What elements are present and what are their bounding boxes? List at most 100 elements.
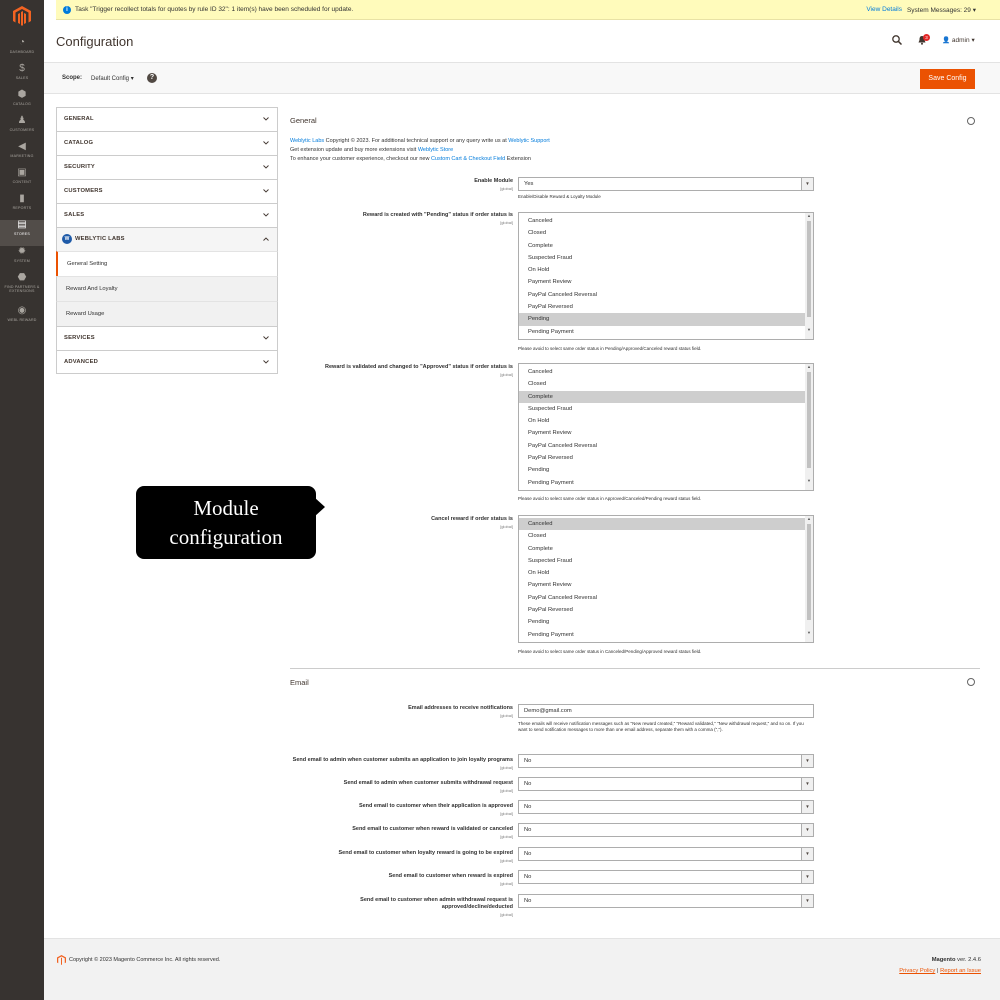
status-option[interactable]: Pending <box>519 616 813 628</box>
nav-customers[interactable]: ♟ CUSTOMERS <box>0 116 44 142</box>
general-section-title[interactable]: General <box>290 116 317 125</box>
subtab-reward-usage[interactable]: Reward Usage <box>56 301 278 326</box>
nav-webl-reward[interactable]: ◉ WEBL REWARD <box>0 306 44 332</box>
status-option[interactable]: Canceled <box>519 518 813 531</box>
status-option[interactable]: Payment Review <box>519 276 813 288</box>
nav-marketing[interactable]: ◀ MARKETING <box>0 142 44 168</box>
search-icon[interactable] <box>892 35 902 45</box>
tab-security[interactable]: SECURITY <box>56 155 278 179</box>
status-option[interactable]: PayPal Canceled Reversal <box>519 440 813 452</box>
pending-status-multiselect[interactable]: Canceled Closed Complete Suspected Fraud On … <box>518 212 814 340</box>
view-details-link[interactable]: View Details <box>866 6 902 13</box>
status-option[interactable]: Closed <box>519 378 813 390</box>
email-option-select[interactable]: No ▼ <box>518 777 814 791</box>
help-icon[interactable]: ? <box>147 73 157 83</box>
status-option[interactable]: Pending Payment <box>519 326 813 338</box>
subtab-reward-and-loyalty[interactable]: Reward And Loyalty <box>56 276 278 301</box>
report-issue-link[interactable]: Report an Issue <box>940 968 981 974</box>
tab-advanced[interactable]: ADVANCED <box>56 350 278 374</box>
collapse-icon[interactable] <box>967 117 975 125</box>
email-addresses-input[interactable]: Demo@gmail.com <box>518 704 814 718</box>
scroll-thumb[interactable] <box>807 221 811 317</box>
enable-module-select[interactable]: Yes ▼ <box>518 177 814 191</box>
status-option[interactable]: Complete <box>519 543 813 555</box>
nav-stores[interactable]: ▤ STORES <box>0 220 44 246</box>
admin-user-menu[interactable]: 👤 admin ▾ <box>942 36 975 44</box>
status-option[interactable]: PayPal Reversed <box>519 452 813 464</box>
email-option-select[interactable]: No ▼ <box>518 894 814 908</box>
status-option[interactable]: Pending <box>519 313 813 326</box>
nav-system[interactable]: ✹ SYSTEM <box>0 247 44 273</box>
scroll-down-icon[interactable]: ▼ <box>806 478 812 484</box>
email-option-select[interactable]: No ▼ <box>518 823 814 837</box>
scrollbar[interactable]: ▲ ▼ <box>805 364 813 490</box>
save-config-button[interactable]: Save Config <box>920 69 975 89</box>
scroll-up-icon[interactable]: ▲ <box>806 213 812 219</box>
nav-dashboard[interactable]: ◔ DASHBOARD <box>0 38 44 64</box>
tab-sales[interactable]: SALES <box>56 203 278 227</box>
weblytic-support-link[interactable]: Weblytic Support <box>508 138 549 144</box>
email-option-label: Send email to admin when customer submit… <box>293 757 513 771</box>
status-option[interactable]: PayPal Reversed <box>519 301 813 313</box>
collapse-icon[interactable] <box>967 678 975 686</box>
scroll-up-icon[interactable]: ▲ <box>806 364 812 370</box>
status-option[interactable]: Canceled <box>519 366 813 378</box>
weblytic-labs-link[interactable]: Weblytic Labs <box>290 138 324 144</box>
custom-cart-link[interactable]: Custom Cart & Checkout Field <box>431 156 505 162</box>
status-option[interactable]: On Hold <box>519 415 813 427</box>
email-option-select[interactable]: No ▼ <box>518 754 814 768</box>
status-option[interactable]: Suspected Fraud <box>519 403 813 415</box>
status-option[interactable]: Payment Review <box>519 579 813 591</box>
status-option[interactable]: Canceled <box>519 215 813 227</box>
approved-status-note: Please avoid to select same order status… <box>518 496 702 501</box>
weblytic-logo-icon: W <box>62 234 72 244</box>
scrollbar[interactable]: ▲ ▼ <box>805 213 813 339</box>
status-option[interactable]: Pending Payment <box>519 629 813 641</box>
scroll-down-icon[interactable]: ▼ <box>806 630 812 636</box>
status-option[interactable]: Payment Review <box>519 427 813 439</box>
subtab-general-setting[interactable]: General Setting <box>56 251 278 276</box>
status-option[interactable]: PayPal Reversed <box>519 604 813 616</box>
tab-weblytic-labs[interactable]: W WEBLYTIC LABS <box>56 227 278 251</box>
status-option[interactable]: On Hold <box>519 567 813 579</box>
scroll-down-icon[interactable]: ▼ <box>806 327 812 333</box>
scroll-up-icon[interactable]: ▲ <box>806 516 812 522</box>
email-option-select[interactable]: No ▼ <box>518 847 814 861</box>
status-option[interactable]: Closed <box>519 530 813 542</box>
cancel-status-multiselect[interactable]: Canceled Closed Complete Suspected Fraud On … <box>518 515 814 643</box>
status-option[interactable]: Pending <box>519 464 813 476</box>
status-option[interactable]: On Hold <box>519 264 813 276</box>
status-option[interactable]: Suspected Fraud <box>519 252 813 264</box>
status-option[interactable]: PayPal Canceled Reversal <box>519 289 813 301</box>
nav-content[interactable]: ▣ CONTENT <box>0 168 44 194</box>
email-section-title[interactable]: Email <box>290 678 309 687</box>
status-option[interactable]: Suspected Fraud <box>519 555 813 567</box>
magento-logo-icon[interactable] <box>13 6 31 26</box>
scroll-thumb[interactable] <box>807 524 811 620</box>
email-option-select[interactable]: No ▼ <box>518 800 814 814</box>
approved-status-multiselect[interactable]: Canceled Closed Complete Suspected Fraud On … <box>518 363 814 491</box>
scroll-thumb[interactable] <box>807 372 811 468</box>
email-option-select[interactable]: No ▼ <box>518 870 814 884</box>
status-option[interactable]: Complete <box>519 390 813 403</box>
chevron-up-icon <box>263 237 269 241</box>
scope-switcher[interactable]: Default Config ▾ <box>91 75 134 82</box>
tab-catalog[interactable]: CATALOG <box>56 131 278 155</box>
weblytic-store-link[interactable]: Weblytic Store <box>418 147 453 153</box>
status-option[interactable]: Complete <box>519 240 813 252</box>
tab-general[interactable]: GENERAL <box>56 107 278 131</box>
nav-partners[interactable]: ⬣ FIND PARTNERS & EXTENSIONS <box>0 273 44 305</box>
nav-reports[interactable]: ▮ REPORTS <box>0 194 44 220</box>
privacy-policy-link[interactable]: Privacy Policy <box>899 968 935 974</box>
status-option[interactable]: Pending Payment <box>519 477 813 489</box>
system-messages-toggle[interactable]: System Messages: 29 ▾ <box>907 6 976 14</box>
nav-label: STORES <box>14 232 30 236</box>
notifications-button[interactable]: 3 <box>917 34 930 45</box>
tab-services[interactable]: SERVICES <box>56 326 278 350</box>
status-option[interactable]: Closed <box>519 227 813 239</box>
status-option[interactable]: PayPal Canceled Reversal <box>519 592 813 604</box>
nav-catalog[interactable]: ⬢ CATALOG <box>0 90 44 116</box>
scrollbar[interactable]: ▲ ▼ <box>805 516 813 642</box>
tab-customers[interactable]: CUSTOMERS <box>56 179 278 203</box>
nav-sales[interactable]: $ SALES <box>0 64 44 90</box>
